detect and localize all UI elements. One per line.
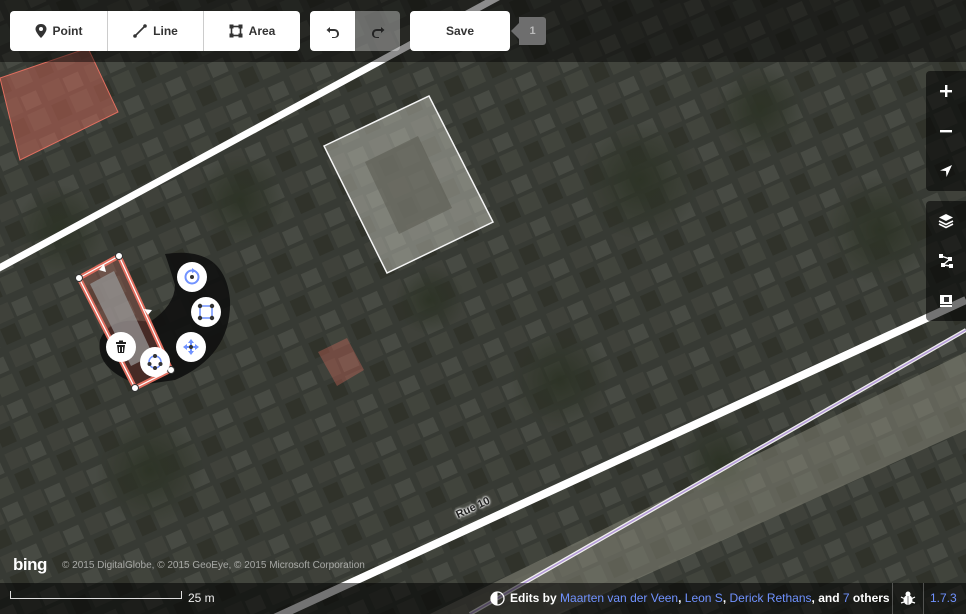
orthogonalize-icon bbox=[197, 303, 215, 321]
add-line-button[interactable]: Line bbox=[107, 11, 203, 51]
zoom-out-button[interactable] bbox=[926, 111, 966, 151]
footer-divider bbox=[923, 583, 924, 614]
imagery-attribution: © 2015 DigitalGlobe, © 2015 GeoEye, © 20… bbox=[62, 560, 365, 571]
map-imagery bbox=[0, 0, 966, 614]
contributor-link-1[interactable]: Maarten van der Veen bbox=[560, 591, 678, 605]
delete-button[interactable] bbox=[106, 332, 136, 362]
line-icon bbox=[133, 24, 147, 38]
map-data-button[interactable] bbox=[926, 241, 966, 281]
footer-divider bbox=[892, 583, 893, 614]
undo-button[interactable] bbox=[310, 11, 355, 51]
version-link[interactable]: 1.7.3 bbox=[930, 591, 957, 605]
others-label: others bbox=[852, 591, 890, 605]
contributor-link-2[interactable]: Leon S bbox=[685, 591, 723, 605]
comma-separator: , bbox=[678, 591, 685, 605]
scale-bar[interactable] bbox=[10, 591, 182, 599]
rotate-icon bbox=[184, 268, 200, 285]
circularize-button[interactable] bbox=[140, 347, 170, 377]
contributors-icon bbox=[490, 591, 505, 606]
undo-redo-group bbox=[310, 11, 400, 51]
map-data-icon bbox=[939, 254, 953, 268]
map-canvas[interactable] bbox=[0, 0, 966, 614]
others-count-link[interactable]: 7 bbox=[843, 591, 850, 605]
zoom-in-button[interactable] bbox=[926, 71, 966, 111]
orthogonalize-button[interactable] bbox=[191, 297, 221, 327]
point-label: Point bbox=[52, 24, 83, 38]
contributors-attribution: Edits by Maarten van der Veen, Leon S, D… bbox=[510, 591, 890, 605]
zoom-controls bbox=[926, 71, 966, 191]
add-point-button[interactable]: Point bbox=[10, 11, 107, 51]
area-label: Area bbox=[248, 24, 276, 38]
move-icon bbox=[183, 339, 199, 355]
delete-icon bbox=[116, 340, 126, 353]
footer-bar: 25 m Edits by Maarten van der Veen, Leon… bbox=[0, 583, 966, 614]
and-label: and bbox=[818, 591, 840, 605]
point-icon bbox=[35, 24, 46, 38]
pane-controls bbox=[926, 201, 966, 321]
redo-icon bbox=[371, 27, 384, 38]
undo-icon bbox=[326, 27, 339, 38]
imagery-logo[interactable]: bing bbox=[13, 555, 47, 575]
save-label: Save bbox=[445, 24, 475, 38]
mode-buttons: Point Line Area bbox=[10, 11, 300, 51]
rotate-button[interactable] bbox=[177, 262, 207, 292]
zoom-in-icon bbox=[940, 85, 952, 97]
geolocate-button[interactable] bbox=[926, 151, 966, 191]
save-button[interactable]: Save bbox=[410, 11, 510, 51]
top-toolbar: Point Line Area Save 1 bbox=[0, 0, 966, 62]
line-label: Line bbox=[153, 24, 178, 38]
move-button[interactable] bbox=[176, 332, 206, 362]
help-icon bbox=[940, 295, 952, 307]
edits-by-label: Edits by bbox=[510, 591, 557, 605]
background-settings-button[interactable] bbox=[926, 201, 966, 241]
geolocate-icon bbox=[940, 165, 952, 177]
redo-button[interactable] bbox=[355, 11, 400, 51]
area-icon bbox=[229, 24, 243, 38]
add-area-button[interactable]: Area bbox=[203, 11, 300, 51]
circularize-icon bbox=[147, 354, 163, 370]
bug-report-icon[interactable] bbox=[900, 590, 916, 606]
comma-separator: , bbox=[722, 591, 730, 605]
zoom-out-icon bbox=[940, 130, 952, 133]
save-count-badge: 1 bbox=[511, 17, 546, 45]
scale-label: 25 m bbox=[188, 591, 215, 605]
layers-icon bbox=[938, 214, 954, 229]
contributor-link-3[interactable]: Derick Rethans bbox=[730, 591, 812, 605]
help-button[interactable] bbox=[926, 281, 966, 321]
